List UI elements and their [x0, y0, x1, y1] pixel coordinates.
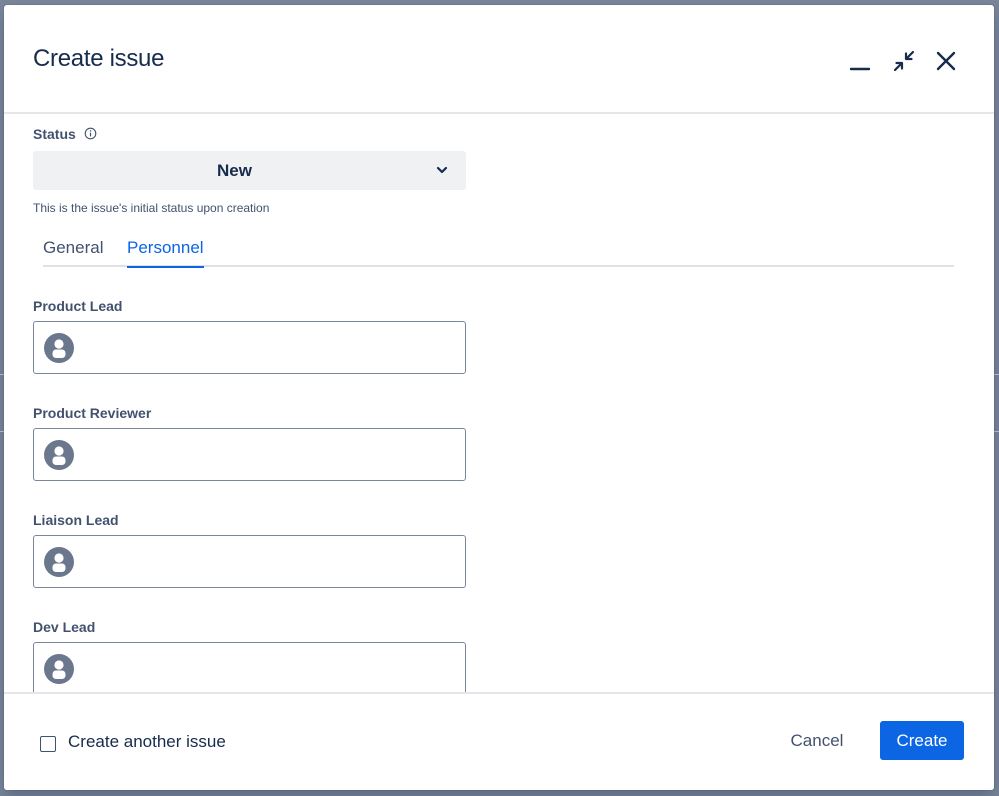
user-avatar-icon [44, 547, 74, 577]
product-lead-label: Product Lead [33, 298, 123, 314]
product-lead-picker[interactable] [33, 321, 466, 374]
tab-general[interactable]: General [43, 238, 103, 266]
status-value: New [217, 161, 252, 180]
product-reviewer-label: Product Reviewer [33, 405, 152, 421]
liaison-lead-picker[interactable] [33, 535, 466, 588]
background-divider [994, 431, 999, 432]
status-helper-text: This is the issue's initial status upon … [33, 201, 270, 215]
create-issue-dialog: Create issue Status New This is the issu… [4, 5, 994, 790]
dialog-header: Create issue [4, 5, 994, 114]
user-avatar-icon [44, 654, 74, 684]
user-avatar-icon [44, 333, 74, 363]
chevron-down-icon [436, 166, 448, 174]
close-button[interactable] [930, 45, 962, 77]
cancel-button[interactable]: Cancel [774, 721, 860, 760]
dialog-title: Create issue [33, 45, 165, 72]
product-reviewer-picker[interactable] [33, 428, 466, 481]
liaison-lead-label: Liaison Lead [33, 512, 119, 528]
tab-personnel[interactable]: Personnel [127, 238, 204, 268]
create-button[interactable]: Create [880, 721, 964, 760]
collapse-button[interactable] [888, 45, 920, 77]
close-icon [936, 51, 956, 71]
user-avatar-icon [44, 440, 74, 470]
background-divider [994, 374, 999, 375]
status-label: Status [33, 126, 76, 142]
dialog-footer: Create another issue Cancel Create [4, 692, 994, 790]
minimize-button[interactable] [844, 45, 876, 77]
minimize-icon [849, 67, 871, 71]
create-another-checkbox[interactable] [40, 736, 56, 752]
create-another-label[interactable]: Create another issue [68, 732, 226, 752]
info-icon[interactable] [84, 127, 97, 140]
collapse-arrows-icon [893, 50, 915, 72]
dev-lead-label: Dev Lead [33, 619, 96, 635]
dialog-body: Status New This is the issue's initial s… [4, 114, 994, 692]
dev-lead-picker[interactable] [33, 642, 466, 692]
status-select[interactable]: New [33, 151, 466, 190]
